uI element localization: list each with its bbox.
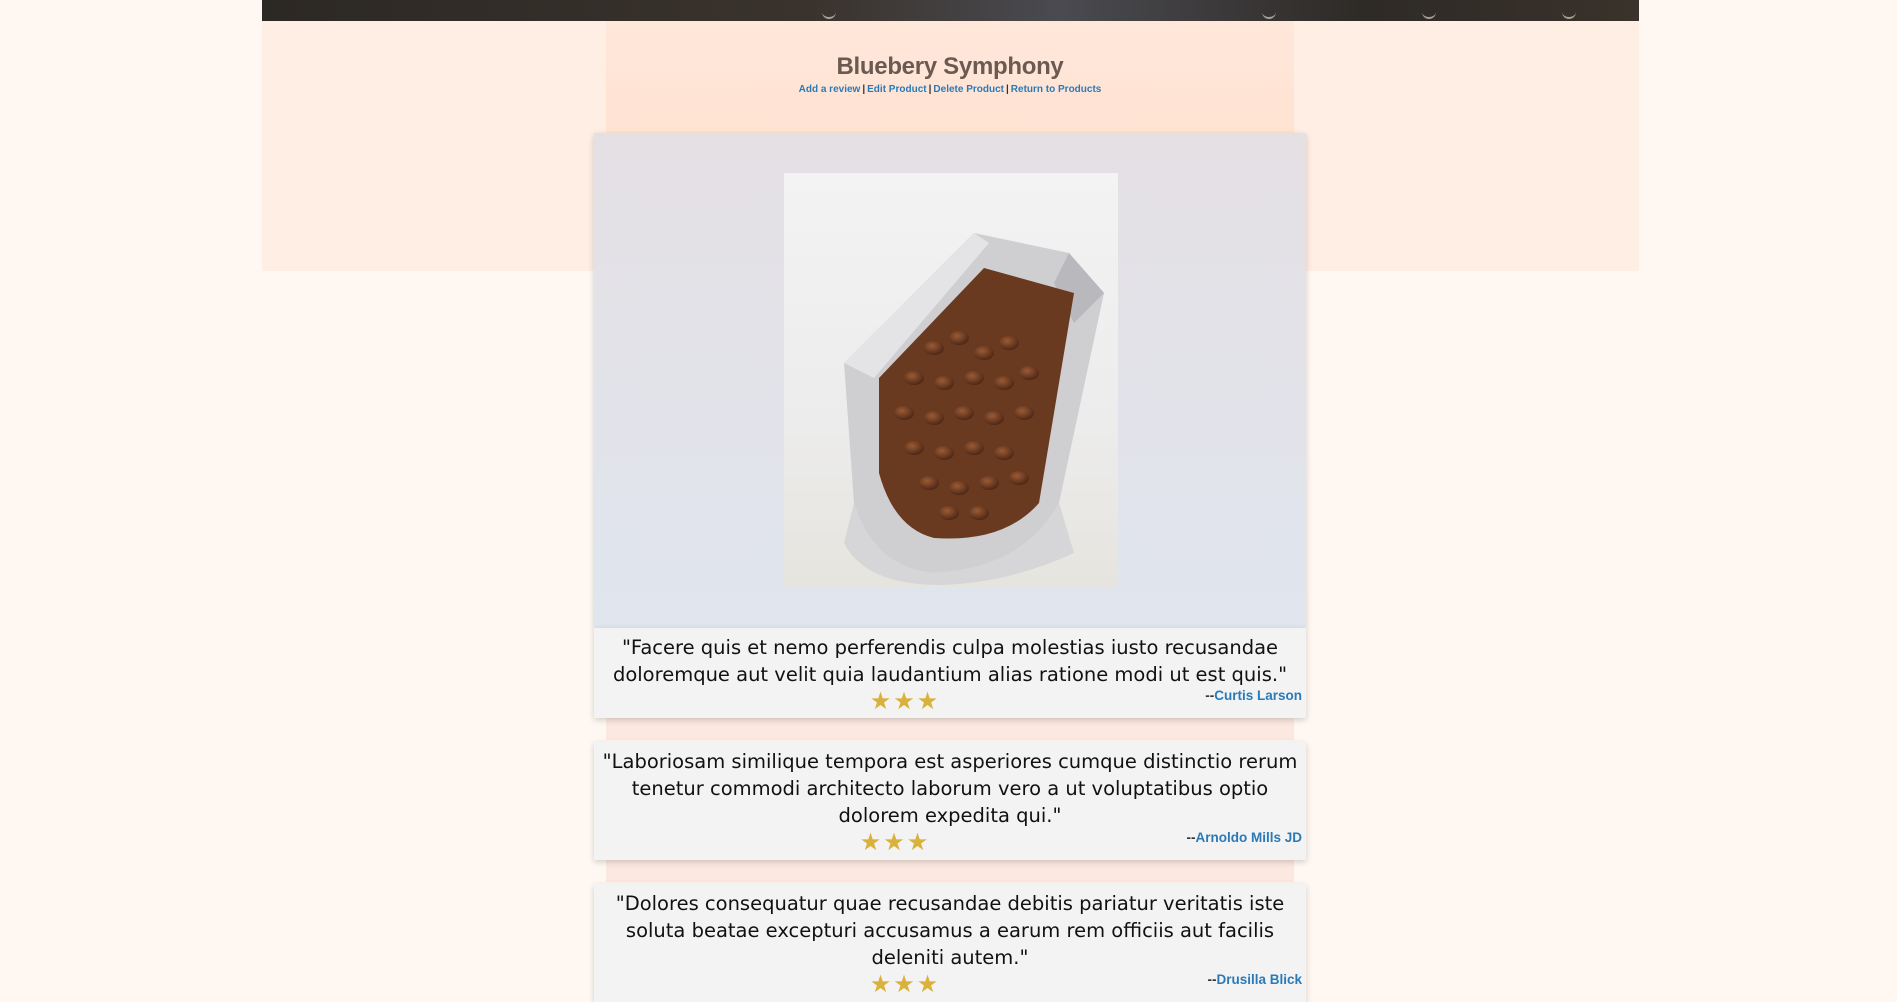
author-prefix: -- [1205, 688, 1215, 703]
review-author: --Curtis Larson [1205, 688, 1302, 703]
star-rating-icon: ★★★ [869, 970, 941, 998]
review-author: --Drusilla Blick [1207, 972, 1302, 987]
star-rating-icon: ★★★ [869, 687, 941, 715]
review-text: "Dolores consequatur quae recusandae deb… [615, 892, 1285, 969]
product-actions-nav: Add a review | Edit Product | Delete Product… [606, 84, 1294, 95]
nav-separator: | [862, 84, 866, 95]
edit-product-link[interactable]: Edit Product [867, 84, 926, 95]
coffee-bag-illustration [844, 233, 1104, 585]
author-link[interactable]: Curtis Larson [1214, 688, 1302, 703]
return-to-products-link[interactable]: Return to Products [1011, 84, 1102, 95]
author-link[interactable]: Arnoldo Mills JD [1195, 830, 1302, 845]
delete-product-link[interactable]: Delete Product [933, 84, 1004, 95]
review-author: --Arnoldo Mills JD [1186, 830, 1302, 845]
hanger-icon [1422, 11, 1436, 19]
page-title: Bluebery Symphony [836, 53, 1064, 80]
review-text: "Laboriosam similique tempora est asperi… [602, 750, 1298, 827]
add-review-link[interactable]: Add a review [799, 84, 861, 95]
author-link[interactable]: Drusilla Blick [1216, 972, 1302, 987]
nav-separator: | [1005, 84, 1009, 95]
hanger-icon [822, 11, 836, 19]
divider-stripe [606, 860, 1294, 882]
divider-stripe [606, 718, 1294, 740]
hanger-icon [1562, 11, 1576, 19]
hanger-icon [1262, 11, 1276, 19]
product-header: Bluebery Symphony Add a review | Edit Prod… [606, 21, 1294, 133]
review-card: "Facere quis et nemo perferendis culpa m… [594, 628, 1306, 718]
product-image [784, 173, 1118, 588]
product-image-card [594, 133, 1306, 628]
hero-banner-strip [262, 0, 1639, 21]
star-rating-icon: ★★★ [859, 828, 931, 856]
review-card: "Laboriosam similique tempora est asperi… [594, 742, 1306, 860]
review-card: "Dolores consequatur quae recusandae deb… [594, 884, 1306, 1002]
nav-separator: | [928, 84, 932, 95]
review-text: "Facere quis et nemo perferendis culpa m… [612, 636, 1288, 686]
